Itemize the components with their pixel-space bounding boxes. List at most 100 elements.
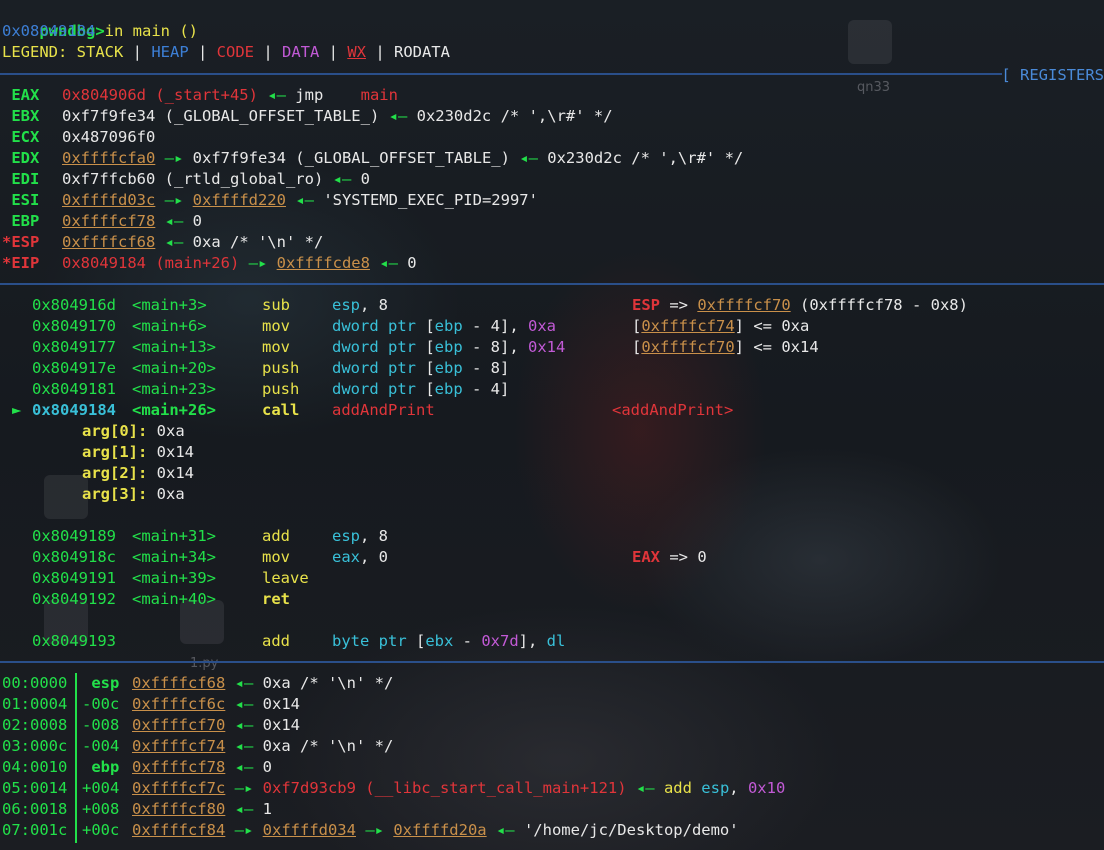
instruction-address: 0x8049170 [32,316,116,337]
stack-entry: 0xffffcf78 ◂— 0 [132,757,272,778]
register-value: 0xf7f9fe34 (_GLOBAL_OFFSET_TABLE_) ◂— 0x… [62,106,613,127]
register-value-part: 0xffffcf68 [62,233,156,251]
annotation-part: 0xffffcf70 [641,338,735,356]
stack-entry-part: 1 [262,800,272,818]
operand-part: ebx [425,632,454,650]
instruction-address-text: 0x8049184 [32,401,116,419]
stack-offset-text: -00c [82,695,120,713]
instruction-address-text: 0x804916d [32,296,116,314]
instruction-symbol: <main+39> [132,568,216,589]
terminal-window[interactable]: pwndbg> 0x08049184 in main () LEGEND: ST… [0,0,1104,850]
legend-prefix: LEGEND: [2,43,77,61]
instruction-mnemonic: mov [262,316,290,337]
legend-code: CODE [216,43,254,61]
location-text: in main () [95,22,198,40]
register-value-part: 0xf7ffcb60 (_rtld_global_ro) [62,170,324,188]
stack-entry-part [692,779,701,797]
stack-entry-part: 0xffffd20a [393,821,487,839]
stack-entry-part: ◂— [486,821,524,839]
operand-part: - 8] [462,359,510,377]
stack-entry-part: , [729,779,748,797]
stack-index-text: 06:0018 [2,800,68,818]
stack-index: 07:001c [2,820,67,841]
register-name: EAX [2,85,39,106]
register-value-part: 0xffffcde8 [276,254,370,272]
instruction-address-text: 0x804918c [32,548,116,566]
register-name: EBX [2,106,39,127]
instruction-symbol: <main+26> [132,400,216,421]
operand-part: , 8 [360,296,388,314]
instruction-symbol-text: <main+34> [132,548,216,566]
stack-entry-part: 0xffffcf68 [132,674,226,692]
register-value-part: ◂— [379,107,417,125]
instruction-mnemonic: add [262,631,290,652]
register-value: 0x804906d (_start+45) ◂— jmp main [62,85,398,106]
stack-entry-part: 0xffffcf74 [132,737,226,755]
instruction-symbol: <main+6> [132,316,207,337]
stack-index: 06:0018 [2,799,67,820]
mnemonic-text: sub [262,296,290,314]
register-value-part: 0x487096f0 [62,128,156,146]
stack-offset: +004 [82,778,119,799]
operand-part: [ [425,338,435,356]
stack-entry-part: 0xa /* '\n' */ [262,674,394,692]
instruction-symbol-text: <main+26> [132,401,216,419]
stack-separator [0,661,1104,663]
register-value-part: ◂— [323,170,361,188]
instruction-address: 0x8049193 [32,631,116,652]
stack-entry: 0xffffcf7c —▸ 0xf7d93cb9 (__libc_start_c… [132,778,785,799]
mnemonic-text: add [262,527,290,545]
call-argument: arg[2]: 0x14 [82,463,194,484]
instruction-address: 0x8049177 [32,337,116,358]
instruction-operands: dword ptr [ebp - 8] [332,358,509,379]
instruction-operands: dword ptr [ebp - 4], 0xa [332,316,556,337]
operand-part: 0x14 [528,338,566,356]
operand-part: - 4] [462,380,510,398]
stack-entry-part: 0xffffcf70 [132,716,226,734]
register-value-part: ◂— [257,86,296,104]
call-argument: arg[3]: 0xa [82,484,185,505]
stack-index: 01:0004 [2,694,67,715]
operand-part: ebp [434,359,463,377]
operand-part: byte ptr [332,632,416,650]
stack-entry-part: ◂— [626,779,664,797]
stack-entry-part: ◂— [225,737,263,755]
register-value-part: 0xffffcfa0 [62,149,156,167]
register-label: EDX [2,149,40,167]
stack-offset: -00c [82,694,119,715]
stack-offset: +008 [82,799,119,820]
stack-offset-text: -008 [82,716,120,734]
instruction-symbol-text: <main+39> [132,569,216,587]
stack-entry: 0xffffcf68 ◂— 0xa /* '\n' */ [132,673,393,694]
operand-part: [ [425,380,435,398]
mnemonic-text: mov [262,317,290,335]
instruction-symbol-text: <main+40> [132,590,216,608]
register-value-part: 0 [360,170,370,188]
stack-offset: ebp [82,757,119,778]
operand-part: ebp [434,317,463,335]
instruction-address: 0x804918c [32,547,116,568]
stack-entry: 0xffffcf6c ◂— 0x14 [132,694,300,715]
annotation-part: => 0 [660,548,707,566]
stack-index-text: 01:0004 [2,695,68,713]
stack-offset: esp [82,673,119,694]
instruction-annotation: ESP => 0xffffcf70 (0xffffcf78 - 0x8) [632,295,968,316]
operand-part: dword ptr [332,317,426,335]
instruction-mnemonic: call [262,400,299,421]
stack-entry-part: ◂— [225,800,263,818]
call-argument: arg[0]: 0xa [82,421,185,442]
instruction-operands: byte ptr [ebx - 0x7d], dl [332,631,565,652]
instruction-symbol: <main+3> [132,295,207,316]
stack-entry-part: 0xffffcf78 [132,758,226,776]
instruction-annotation: <addAndPrint> [612,400,733,421]
operand-part: , 0 [360,548,388,566]
annotation-part: EAX [632,548,660,566]
register-value: 0xffffd03c —▸ 0xffffd220 ◂— 'SYSTEMD_EXE… [62,190,538,211]
register-value: 0xf7ffcb60 (_rtld_global_ro) ◂— 0 [62,169,370,190]
annotation-part: ] <= 0xa [734,317,810,335]
stack-entry-part: 0xffffcf7c [132,779,226,797]
mnemonic-text: leave [262,569,309,587]
register-value-part: 0 [407,254,417,272]
annotation-part: (0xffffcf78 - 0x8) [790,296,968,314]
instruction-address-text: 0x8049192 [32,590,116,608]
